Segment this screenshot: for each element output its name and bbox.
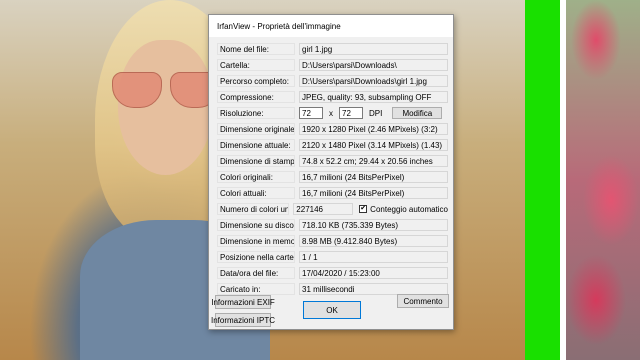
resolution-x-separator: x xyxy=(329,108,333,118)
auto-count-label[interactable]: Conteggio automatico xyxy=(370,205,448,214)
print-size-value: 74.8 x 52.2 cm; 29.44 x 20.56 inches xyxy=(299,155,448,167)
row-file-date: Data/ora del file: 17/04/2020 / 15:23:00 xyxy=(217,267,448,279)
filename-value: girl 1.jpg xyxy=(299,43,448,55)
row-unique-colors: Numero di colori unici: 227146 ✔ Contegg… xyxy=(217,203,448,215)
comment-button[interactable]: Commento xyxy=(397,294,449,308)
fullpath-label: Percorso completo: xyxy=(217,75,295,87)
dialog-titlebar: IrfanView - Proprietà dell'immagine xyxy=(209,15,453,37)
photo-flower-background xyxy=(566,0,640,360)
memory-size-label: Dimensione in memoria: xyxy=(217,235,295,247)
ok-button[interactable]: OK xyxy=(303,301,361,319)
row-filename: Nome del file: girl 1.jpg xyxy=(217,43,448,55)
row-folder-position: Posizione nella cartella: 1 / 1 xyxy=(217,251,448,263)
iptc-info-label: Informazioni IPTC xyxy=(210,315,276,325)
sunglasses-left-lens xyxy=(112,72,162,108)
original-size-label: Dimensione originale: xyxy=(217,123,295,135)
resolution-y-input[interactable]: 72 xyxy=(339,107,363,119)
row-print-size: Dimensione di stampa 74.8 x 52.2 cm; 29.… xyxy=(217,155,448,167)
auto-count-checkbox[interactable]: ✔ xyxy=(359,205,368,213)
comment-label: Commento xyxy=(403,296,443,306)
iptc-info-button[interactable]: Informazioni IPTC xyxy=(211,313,275,327)
ok-label: OK xyxy=(326,305,338,315)
row-original-size: Dimensione originale: 1920 x 1280 Pixel … xyxy=(217,123,448,135)
row-current-size: Dimensione attuale: 2120 x 1480 Pixel (3… xyxy=(217,139,448,151)
print-size-label: Dimensione di stampa xyxy=(217,155,295,167)
exif-info-label: Informazioni EXIF xyxy=(211,297,275,307)
folder-position-value: 1 / 1 xyxy=(299,251,448,263)
checkmark-icon: ✔ xyxy=(360,205,367,212)
resolution-label: Risoluzione: xyxy=(217,107,295,119)
exif-info-button[interactable]: Informazioni EXIF xyxy=(211,295,275,309)
compression-value: JPEG, quality: 93, subsampling OFF xyxy=(299,91,448,103)
fullpath-value: D:\Users\parsi\Downloads\girl 1.jpg xyxy=(299,75,448,87)
folder-label: Cartella: xyxy=(217,59,295,71)
original-size-value: 1920 x 1280 Pixel (2.46 MPixels) (3:2) xyxy=(299,123,448,135)
image-properties-dialog: IrfanView - Proprietà dell'immagine Nome… xyxy=(208,14,454,330)
loaded-in-label: Caricato in: xyxy=(217,283,295,295)
row-memory-size: Dimensione in memoria: 8.98 MB (9.412.84… xyxy=(217,235,448,247)
row-folder: Cartella: D:\Users\parsi\Downloads\ xyxy=(217,59,448,71)
row-original-colors: Colori originali: 16,7 milioni (24 BitsP… xyxy=(217,171,448,183)
current-colors-label: Colori attuali: xyxy=(217,187,295,199)
resolution-unit: DPI xyxy=(369,108,383,118)
row-compression: Compressione: JPEG, quality: 93, subsamp… xyxy=(217,91,448,103)
row-resolution: Risoluzione: 72 x 72 DPI Modifica xyxy=(217,107,448,119)
green-strip xyxy=(525,0,560,360)
memory-size-value: 8.98 MB (9.412.840 Bytes) xyxy=(299,235,448,247)
dialog-title: IrfanView - Proprietà dell'immagine xyxy=(217,21,341,31)
current-size-label: Dimensione attuale: xyxy=(217,139,295,151)
modify-resolution-label: Modifica xyxy=(402,108,433,118)
disk-size-value: 718.10 KB (735.339 Bytes) xyxy=(299,219,448,231)
compression-label: Compressione: xyxy=(217,91,295,103)
current-size-value: 2120 x 1480 Pixel (3.14 MPixels) (1.43) xyxy=(299,139,448,151)
filename-label: Nome del file: xyxy=(217,43,295,55)
unique-colors-value: 227146 xyxy=(293,203,354,215)
disk-size-label: Dimensione su disco: xyxy=(217,219,295,231)
original-colors-value: 16,7 milioni (24 BitsPerPixel) xyxy=(299,171,448,183)
original-colors-label: Colori originali: xyxy=(217,171,295,183)
file-date-label: Data/ora del file: xyxy=(217,267,295,279)
photo-sunglasses xyxy=(112,72,220,112)
resolution-x-input[interactable]: 72 xyxy=(299,107,323,119)
file-date-value: 17/04/2020 / 15:23:00 xyxy=(299,267,448,279)
row-current-colors: Colori attuali: 16,7 milioni (24 BitsPer… xyxy=(217,187,448,199)
row-fullpath: Percorso completo: D:\Users\parsi\Downlo… xyxy=(217,75,448,87)
folder-value: D:\Users\parsi\Downloads\ xyxy=(299,59,448,71)
current-colors-value: 16,7 milioni (24 BitsPerPixel) xyxy=(299,187,448,199)
modify-resolution-button[interactable]: Modifica xyxy=(392,107,443,119)
unique-colors-label: Numero di colori unici: xyxy=(217,203,290,215)
row-disk-size: Dimensione su disco: 718.10 KB (735.339 … xyxy=(217,219,448,231)
folder-position-label: Posizione nella cartella: xyxy=(217,251,295,263)
